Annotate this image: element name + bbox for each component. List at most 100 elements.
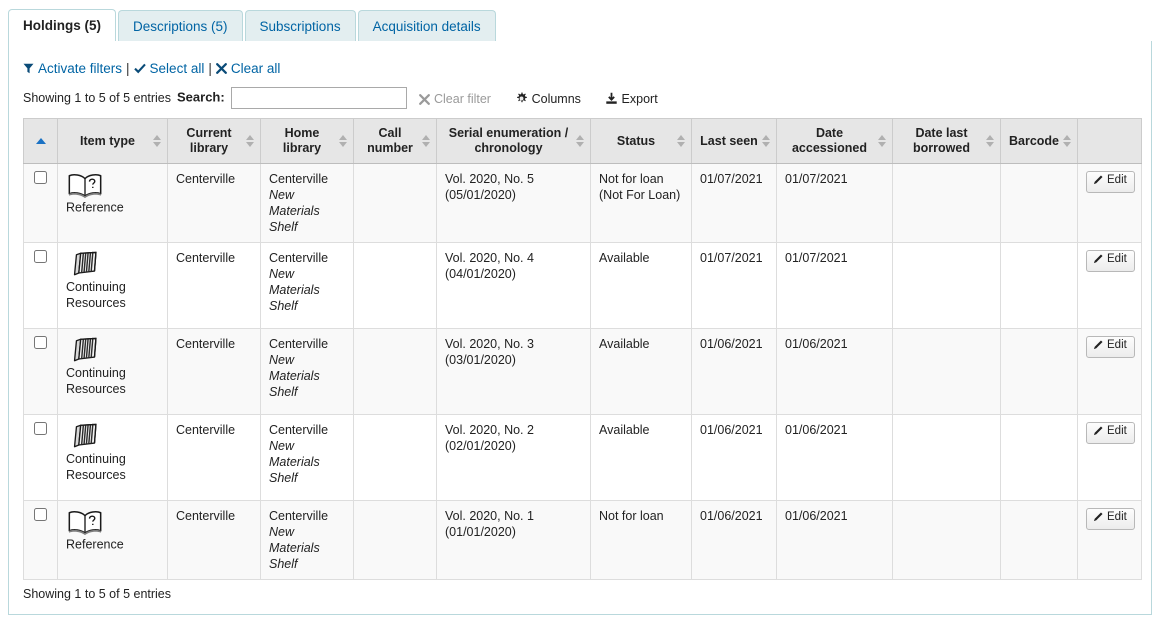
link-separator-2: |	[204, 61, 216, 76]
search-input[interactable]	[231, 87, 407, 109]
row-select-checkbox[interactable]	[34, 250, 47, 263]
cell-barcode	[1001, 501, 1078, 580]
edit-button[interactable]: Edit	[1086, 250, 1135, 272]
column-header-date-last-borrowed[interactable]: Date last borrowed	[893, 119, 1001, 164]
cell-call-number	[354, 501, 437, 580]
home-library-sub: New Materials Shelf	[269, 524, 345, 572]
tab-subscriptions[interactable]: Subscriptions	[245, 10, 356, 41]
cell-date-accessioned: 01/07/2021	[777, 243, 893, 329]
row-select-cell	[24, 415, 58, 501]
close-x-icon	[216, 63, 227, 74]
clear-all-link[interactable]: Clear all	[216, 61, 281, 76]
column-header-last-seen-label: Last seen	[700, 134, 758, 148]
pencil-icon	[1093, 174, 1104, 189]
edit-button[interactable]: Edit	[1086, 422, 1135, 444]
row-select-checkbox[interactable]	[34, 336, 47, 349]
row-select-cell	[24, 164, 58, 243]
cell-date-accessioned: 01/06/2021	[777, 329, 893, 415]
export-label: Export	[622, 92, 658, 106]
column-header-serial-enumeration[interactable]: Serial enumeration / chronology	[437, 119, 591, 164]
column-header-date-accessioned[interactable]: Date accessioned	[777, 119, 893, 164]
activate-filters-link[interactable]: Activate filters	[23, 61, 122, 76]
sort-icon	[153, 134, 162, 148]
cell-actions: Edit	[1078, 164, 1142, 243]
item-type: Continuing Resources	[66, 422, 159, 483]
edit-button[interactable]: Edit	[1086, 508, 1135, 530]
pencil-icon	[1093, 253, 1104, 268]
row-select-checkbox[interactable]	[34, 508, 47, 521]
table-row: Continuing Resources Centerville Centerv…	[24, 243, 1142, 329]
clear-filter-button[interactable]: Clear filter	[419, 92, 491, 108]
home-library-sub: New Materials Shelf	[269, 266, 345, 314]
holdings-page: Holdings (5) Descriptions (5) Subscripti…	[0, 0, 1160, 623]
holdings-table-wrapper: Item type Current library Home library	[23, 118, 1141, 580]
cell-call-number	[354, 243, 437, 329]
cell-call-number	[354, 415, 437, 501]
cell-date-last-borrowed	[893, 329, 1001, 415]
column-header-home-library[interactable]: Home library	[261, 119, 354, 164]
row-select-checkbox[interactable]	[34, 171, 47, 184]
clear-filter-icon	[419, 94, 430, 108]
column-header-barcode[interactable]: Barcode	[1001, 119, 1078, 164]
home-library-sub: New Materials Shelf	[269, 187, 345, 235]
select-all-link[interactable]: Select all	[134, 61, 205, 76]
cell-date-accessioned: 01/06/2021	[777, 501, 893, 580]
tab-subscriptions-label: Subscriptions	[260, 19, 341, 34]
column-header-call-number[interactable]: Call number	[354, 119, 437, 164]
cell-last-seen: 01/06/2021	[692, 329, 777, 415]
cell-actions: Edit	[1078, 243, 1142, 329]
item-type-label: Continuing Resources	[66, 365, 159, 397]
column-header-current-library[interactable]: Current library	[168, 119, 261, 164]
cell-date-last-borrowed	[893, 501, 1001, 580]
edit-button[interactable]: Edit	[1086, 171, 1135, 193]
column-header-last-seen[interactable]: Last seen	[692, 119, 777, 164]
sort-icon	[246, 134, 255, 148]
continuing-resources-icon	[66, 422, 104, 450]
cell-current-library: Centerville	[168, 164, 261, 243]
header-row: Item type Current library Home library	[24, 119, 1142, 164]
column-header-status[interactable]: Status	[591, 119, 692, 164]
sort-icon	[986, 134, 995, 148]
row-select-checkbox[interactable]	[34, 422, 47, 435]
column-header-item-type[interactable]: Item type	[58, 119, 168, 164]
cell-status: Available	[591, 329, 692, 415]
cell-serial-enumeration: Vol. 2020, No. 4 (04/01/2020)	[437, 243, 591, 329]
edit-button-label: Edit	[1107, 511, 1127, 523]
pencil-icon	[1093, 511, 1104, 526]
column-header-item-type-label: Item type	[80, 134, 135, 148]
column-header-select[interactable]	[24, 119, 58, 164]
export-button[interactable]: Export	[605, 92, 658, 108]
cell-status: Available	[591, 243, 692, 329]
cell-current-library: Centerville	[168, 415, 261, 501]
row-select-cell	[24, 501, 58, 580]
columns-label: Columns	[532, 92, 581, 106]
home-library-main: Centerville	[269, 508, 345, 524]
cell-date-accessioned: 01/06/2021	[777, 415, 893, 501]
cell-home-library: Centerville New Materials Shelf	[261, 415, 354, 501]
cell-date-last-borrowed	[893, 243, 1001, 329]
datatable-info-top: Showing 1 to 5 of 5 entries	[23, 91, 171, 105]
cell-item-type: Continuing Resources	[58, 243, 168, 329]
edit-button-label: Edit	[1107, 339, 1127, 351]
select-all-label: Select all	[150, 61, 205, 76]
tab-holdings[interactable]: Holdings (5)	[8, 9, 116, 42]
sort-icon	[576, 134, 585, 148]
cell-status: Available	[591, 415, 692, 501]
cell-serial-enumeration: Vol. 2020, No. 5 (05/01/2020)	[437, 164, 591, 243]
tab-acquisition-details[interactable]: Acquisition details	[358, 10, 496, 41]
continuing-resources-icon	[66, 336, 104, 364]
cell-barcode	[1001, 415, 1078, 501]
cell-home-library: Centerville New Materials Shelf	[261, 164, 354, 243]
columns-button[interactable]: Columns	[515, 92, 581, 108]
edit-button[interactable]: Edit	[1086, 336, 1135, 358]
tab-descriptions[interactable]: Descriptions (5)	[118, 10, 243, 41]
home-library-sub: New Materials Shelf	[269, 438, 345, 486]
pencil-icon	[1093, 339, 1104, 354]
reference-book-icon	[66, 508, 104, 536]
cell-status: Not for loan (Not For Loan)	[591, 164, 692, 243]
sort-icon	[1063, 134, 1072, 148]
cell-serial-enumeration: Vol. 2020, No. 2 (02/01/2020)	[437, 415, 591, 501]
sort-icon	[762, 134, 771, 148]
table-row: Continuing Resources Centerville Centerv…	[24, 329, 1142, 415]
sort-icon	[422, 134, 431, 148]
